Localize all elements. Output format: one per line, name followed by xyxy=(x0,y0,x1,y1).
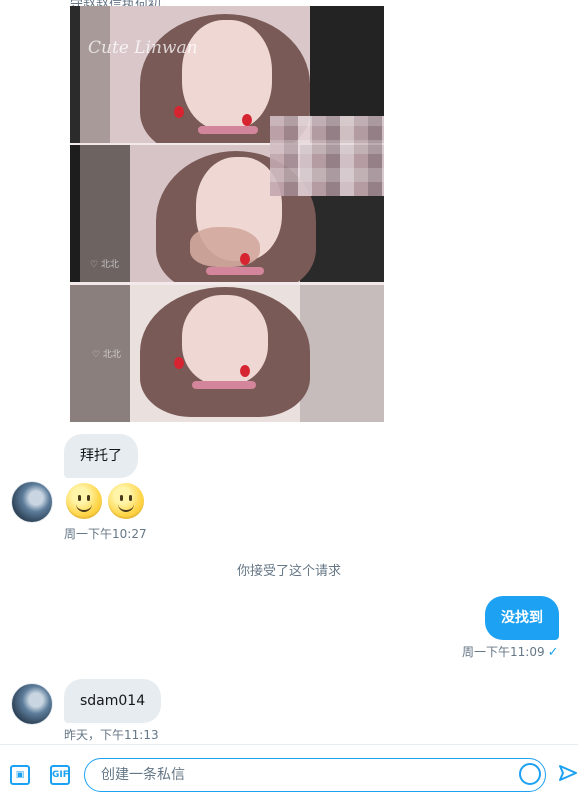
image-icon[interactable]: ▣ xyxy=(10,765,30,785)
message-timestamp: 周一下午10:27 xyxy=(64,527,147,541)
send-icon[interactable] xyxy=(558,763,578,783)
image-mark: ♡ 北北 xyxy=(90,260,119,270)
earring-right xyxy=(240,253,250,265)
image-watermark: Cute Linwan xyxy=(88,38,198,58)
face-shape xyxy=(182,295,268,385)
message-timestamp: 昨天，下午11:13 xyxy=(64,728,159,742)
smiley-emoji-icon xyxy=(66,483,102,519)
image-mark: ♡ 北北 xyxy=(92,350,121,360)
message-bubble-in[interactable]: sdam014 xyxy=(64,679,162,723)
choker-shape xyxy=(206,267,264,275)
gif-icon[interactable]: GIF xyxy=(50,765,70,785)
message-bubble-out[interactable]: 没找到 xyxy=(485,596,559,640)
system-notice: 你接受了这个请求 xyxy=(236,564,341,579)
message-timestamp: 周一下午11:09 xyxy=(462,645,545,659)
message-bubble-in[interactable]: 拜托了 xyxy=(64,434,138,478)
choker-shape xyxy=(192,381,256,389)
message-composer: ▣ GIF 创建一条私信 xyxy=(0,744,578,792)
smiley-emoji-icon xyxy=(108,483,144,519)
earring-left xyxy=(174,106,184,118)
earring-left xyxy=(174,357,184,369)
emoji-icon[interactable] xyxy=(519,763,541,785)
earring-right xyxy=(242,114,252,126)
choker-shape xyxy=(198,126,258,134)
shared-image[interactable]: Cute Linwan ♡ 北北 ♡ 北北 xyxy=(70,6,384,422)
earring-right xyxy=(240,365,250,377)
message-input[interactable]: 创建一条私信 xyxy=(84,758,546,792)
sent-check-icon: ✓ xyxy=(547,645,559,660)
image-panel-3: ♡ 北北 xyxy=(70,285,384,422)
message-timestamp-row: 周一下午11:09 ✓ xyxy=(462,643,559,660)
face-shape xyxy=(182,20,272,130)
sender-avatar[interactable] xyxy=(11,683,53,725)
sender-avatar[interactable] xyxy=(11,481,53,523)
blur-overlay xyxy=(270,116,384,196)
